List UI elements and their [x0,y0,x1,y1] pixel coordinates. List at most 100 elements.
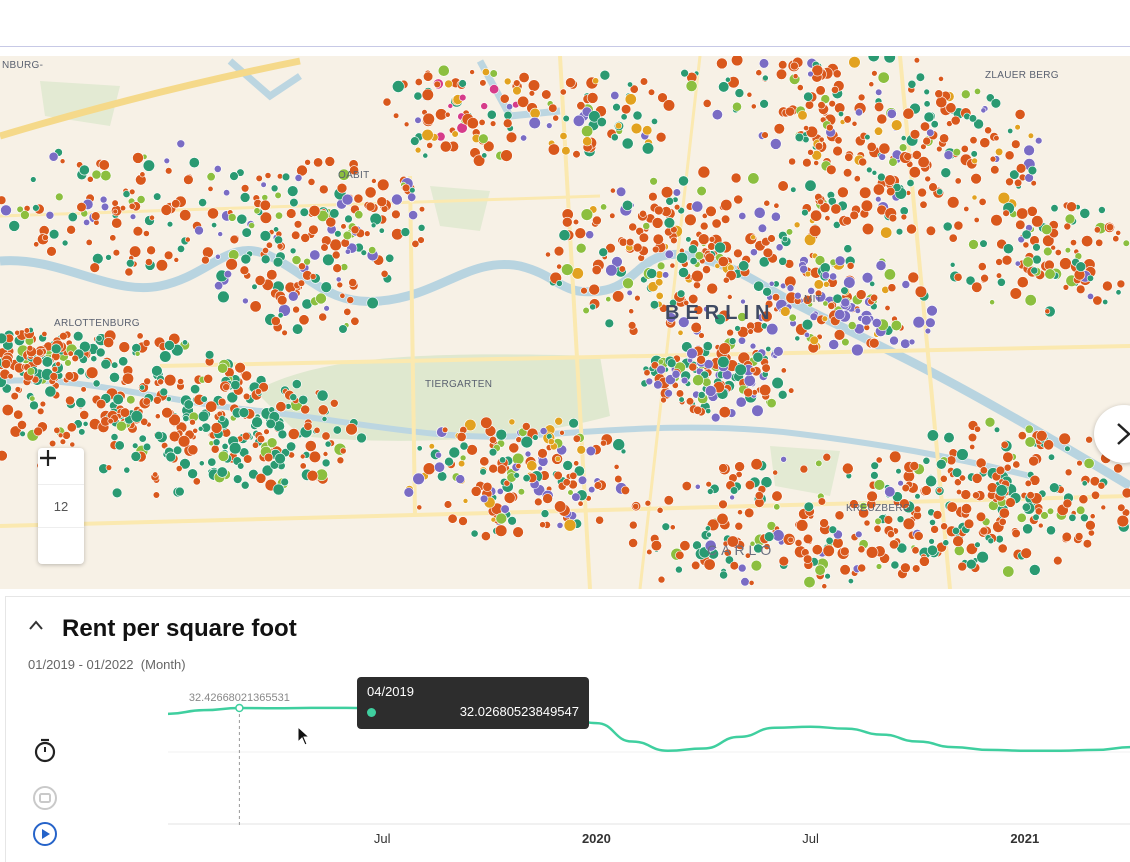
rent-dot[interactable] [111,199,119,207]
rent-dot[interactable] [972,491,980,500]
rent-dot[interactable] [192,477,201,486]
rent-dot[interactable] [859,186,872,199]
rent-dot[interactable] [589,303,597,311]
rent-dot[interactable] [403,487,414,498]
rent-dot[interactable] [213,165,222,173]
rent-dot[interactable] [938,75,944,82]
rent-dot[interactable] [1061,531,1072,543]
rent-dot[interactable] [184,236,191,243]
rent-dot[interactable] [925,225,937,236]
rent-dot[interactable] [417,224,426,232]
rent-dot[interactable] [722,276,730,284]
rent-dot[interactable] [615,186,627,197]
rent-dot[interactable] [421,88,434,101]
rent-dot[interactable] [152,471,159,478]
rent-dot[interactable] [502,118,513,129]
rent-dot[interactable] [826,164,837,176]
rent-dot[interactable] [804,100,815,110]
rent-dot[interactable] [46,246,57,257]
rent-dot[interactable] [813,160,820,166]
rent-dot[interactable] [515,462,522,469]
rent-dot[interactable] [339,447,347,455]
rent-dot[interactable] [823,281,830,288]
rent-dot[interactable] [1095,238,1104,247]
rent-dot[interactable] [1081,235,1094,248]
rent-dot[interactable] [26,367,36,376]
rent-dot[interactable] [61,239,69,247]
rent-dot[interactable] [757,223,768,233]
rent-dot[interactable] [680,376,689,385]
rent-dot[interactable] [854,108,863,117]
rent-dot[interactable] [338,324,348,334]
rent-dot[interactable] [887,530,895,539]
rent-dot[interactable] [622,277,634,290]
rent-dot[interactable] [970,172,982,185]
rent-dot[interactable] [187,468,198,480]
rent-dot[interactable] [59,438,67,445]
rent-dot[interactable] [1100,504,1107,511]
rent-dot[interactable] [803,91,814,102]
rent-dot[interactable] [562,478,571,487]
stopwatch-icon[interactable] [33,738,57,764]
rent-dot[interactable] [839,546,850,557]
rent-dot[interactable] [261,194,269,201]
rent-dot[interactable] [488,448,498,457]
rent-dot[interactable] [901,280,911,289]
rent-dot[interactable] [651,217,664,229]
rent-dot[interactable] [318,184,329,195]
rent-dot[interactable] [469,69,475,75]
rent-dot[interactable] [350,225,360,235]
rent-dot[interactable] [276,242,284,250]
rent-dot[interactable] [1053,555,1063,566]
rent-dot[interactable] [744,507,755,519]
rent-dot[interactable] [569,471,578,480]
rent-dot[interactable] [480,102,489,110]
rent-dot[interactable] [0,195,7,205]
rent-dot[interactable] [259,230,272,242]
rent-dot[interactable] [975,511,987,522]
rent-dot[interactable] [693,405,703,415]
rent-dot[interactable] [540,509,550,518]
rent-dot[interactable] [942,539,950,547]
rent-dot[interactable] [1032,513,1040,521]
rent-dot[interactable] [1015,219,1026,230]
rent-dot[interactable] [1038,522,1044,529]
rent-dot[interactable] [940,522,948,531]
rent-dot[interactable] [112,249,121,257]
rent-dot[interactable] [883,268,896,281]
rent-dot[interactable] [889,335,899,346]
rent-dot[interactable] [48,229,60,240]
rent-dot[interactable] [738,212,747,221]
rent-dot[interactable] [1002,451,1014,463]
rent-dot[interactable] [990,98,1002,109]
rent-dot[interactable] [572,434,582,443]
rent-dot[interactable] [743,374,756,387]
rent-dot[interactable] [256,434,266,444]
rent-dot[interactable] [371,178,377,184]
rent-dot[interactable] [217,231,223,237]
rent-dot[interactable] [665,197,675,206]
rent-dot[interactable] [561,146,571,156]
rent-dot[interactable] [100,169,112,182]
rent-dot[interactable] [98,159,110,171]
rent-dot[interactable] [508,418,516,426]
rent-dot[interactable] [795,519,809,532]
rent-dot[interactable] [317,404,329,416]
rent-dot[interactable] [1005,497,1016,508]
rent-dot[interactable] [620,485,631,496]
rent-dot[interactable] [645,377,654,386]
rent-dot[interactable] [888,157,898,167]
rent-dot[interactable] [830,203,842,215]
rent-dot[interactable] [272,256,284,268]
rent-dot[interactable] [41,330,48,337]
rent-dot[interactable] [954,177,962,185]
rent-dot[interactable] [877,71,890,84]
rent-dot[interactable] [717,256,729,268]
rent-dot[interactable] [871,70,878,77]
rent-dot[interactable] [528,116,541,130]
rent-dot[interactable] [154,430,164,440]
rent-dot[interactable] [649,177,658,186]
rent-dot[interactable] [197,425,204,432]
rent-dot[interactable] [364,186,377,199]
rent-dot[interactable] [1002,209,1010,217]
